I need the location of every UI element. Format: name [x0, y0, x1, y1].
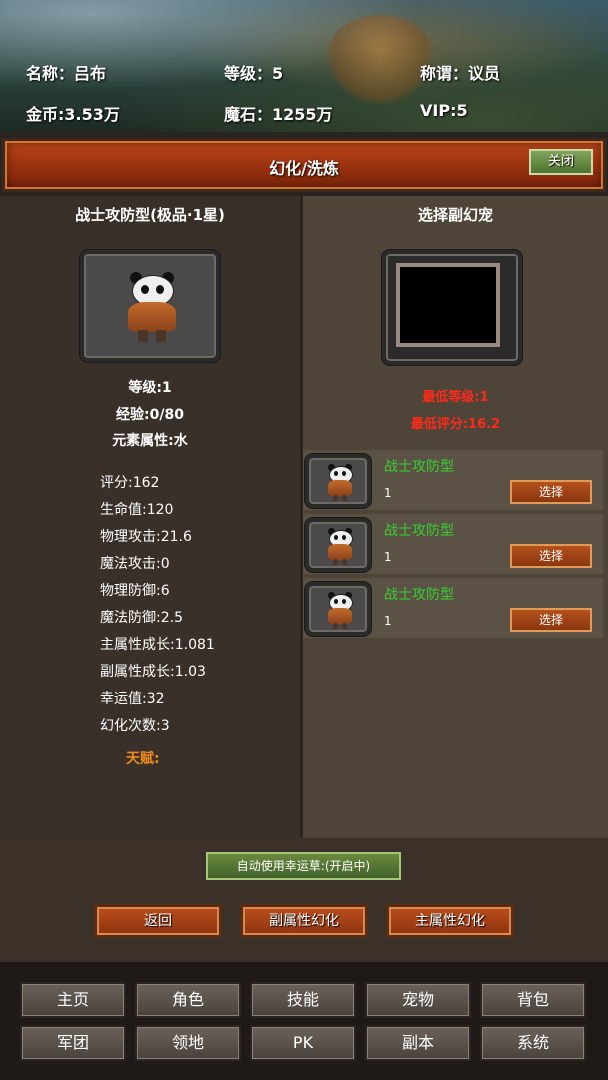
nav-pk[interactable]: PK	[250, 1025, 356, 1061]
stat-primary-growth: 主属性成长:1.081	[100, 637, 215, 653]
player-vip: VIP:5	[420, 101, 468, 120]
min-score-requirement: 最低评分:16.2	[410, 417, 501, 432]
empty-slot	[396, 263, 500, 347]
player-name: 名称：吕布	[26, 64, 107, 83]
stat-score: 评分:162	[100, 475, 160, 491]
panda-warrior-icon	[124, 272, 180, 344]
nav-backpack[interactable]: 背包	[480, 982, 586, 1018]
stat-physical-defense: 物理防御:6	[100, 583, 170, 599]
player-level: 等级：5	[224, 64, 284, 83]
close-button[interactable]: 关闭	[529, 149, 593, 175]
stat-luck: 幸运值:32	[100, 691, 165, 707]
nav-system[interactable]: 系统	[480, 1025, 586, 1061]
nav-character[interactable]: 角色	[135, 982, 241, 1018]
nav-dungeon[interactable]: 副本	[365, 1025, 471, 1061]
nav-home[interactable]: 主页	[20, 982, 126, 1018]
secondary-morph-button[interactable]: 副属性幻化	[240, 904, 368, 938]
candidate-pet-thumb	[305, 518, 371, 572]
select-button[interactable]: 选择	[510, 480, 592, 504]
nav-territory[interactable]: 领地	[135, 1025, 241, 1061]
secondary-pet-slot[interactable]	[382, 250, 522, 365]
panda-warrior-icon	[325, 464, 355, 502]
nav-pets[interactable]: 宠物	[365, 982, 471, 1018]
select-button[interactable]: 选择	[510, 544, 592, 568]
dialog-title: 幻化/洗炼	[269, 159, 339, 178]
candidate-pet-row[interactable]: 战士攻防型 1 选择	[303, 578, 603, 638]
stat-magic-defense: 魔法防御:2.5	[100, 610, 183, 626]
player-title: 称谓：议员	[420, 64, 501, 83]
nav-legion[interactable]: 军团	[20, 1025, 126, 1061]
player-magic-stone: 魔石：1255万	[224, 105, 333, 124]
min-level-requirement: 最低等级:1	[422, 390, 489, 405]
main-pet-element: 元素属性:水	[112, 433, 188, 449]
player-status-bar: 名称：吕布 等级：5 称谓：议员 金币:3.53万 魔石：1255万 VIP:5	[0, 0, 608, 132]
background-fox-art	[325, 15, 435, 105]
candidate-pet-row[interactable]: 战士攻防型 1 选择	[303, 514, 603, 574]
stat-morph-count: 幻化次数:3	[100, 718, 170, 734]
stat-secondary-growth: 副属性成长:1.03	[100, 664, 206, 680]
stat-physical-attack: 物理攻击:21.6	[100, 529, 192, 545]
candidate-pet-name: 战士攻防型	[384, 587, 454, 603]
main-pet-name: 战士攻防型(极品·1星)	[75, 206, 225, 224]
select-button[interactable]: 选择	[510, 608, 592, 632]
nav-skills[interactable]: 技能	[250, 982, 356, 1018]
talent-label: 天赋:	[126, 751, 160, 767]
main-pet-level: 等级:1	[128, 380, 172, 396]
bottom-navigation: 主页 角色 技能 宠物 背包 军团 领地 PK 副本 系统	[0, 962, 608, 1080]
candidate-pet-name: 战士攻防型	[384, 459, 454, 475]
stat-magic-attack: 魔法攻击:0	[100, 556, 170, 572]
panda-warrior-icon	[325, 528, 355, 566]
candidate-pet-level: 1	[384, 614, 392, 628]
candidate-pet-name: 战士攻防型	[384, 523, 454, 539]
candidate-pet-row[interactable]: 战士攻防型 1 选择	[303, 450, 603, 510]
panda-warrior-icon	[325, 592, 355, 630]
main-pet-exp: 经验:0/80	[116, 407, 184, 423]
candidate-pet-level: 1	[384, 550, 392, 564]
main-pet-portrait[interactable]	[80, 250, 220, 362]
candidate-pet-thumb	[305, 454, 371, 508]
candidate-pet-thumb	[305, 582, 371, 636]
player-gold: 金币:3.53万	[26, 105, 120, 124]
stat-hp: 生命值:120	[100, 502, 174, 518]
dialog-header: 幻化/洗炼 关闭	[2, 138, 606, 192]
secondary-pet-title: 选择副幻宠	[417, 206, 493, 224]
candidate-pet-level: 1	[384, 486, 392, 500]
auto-lucky-clover-toggle[interactable]: 自动使用幸运草:(开启中)	[206, 852, 401, 880]
primary-morph-button[interactable]: 主属性幻化	[386, 904, 514, 938]
back-button[interactable]: 返回	[94, 904, 222, 938]
